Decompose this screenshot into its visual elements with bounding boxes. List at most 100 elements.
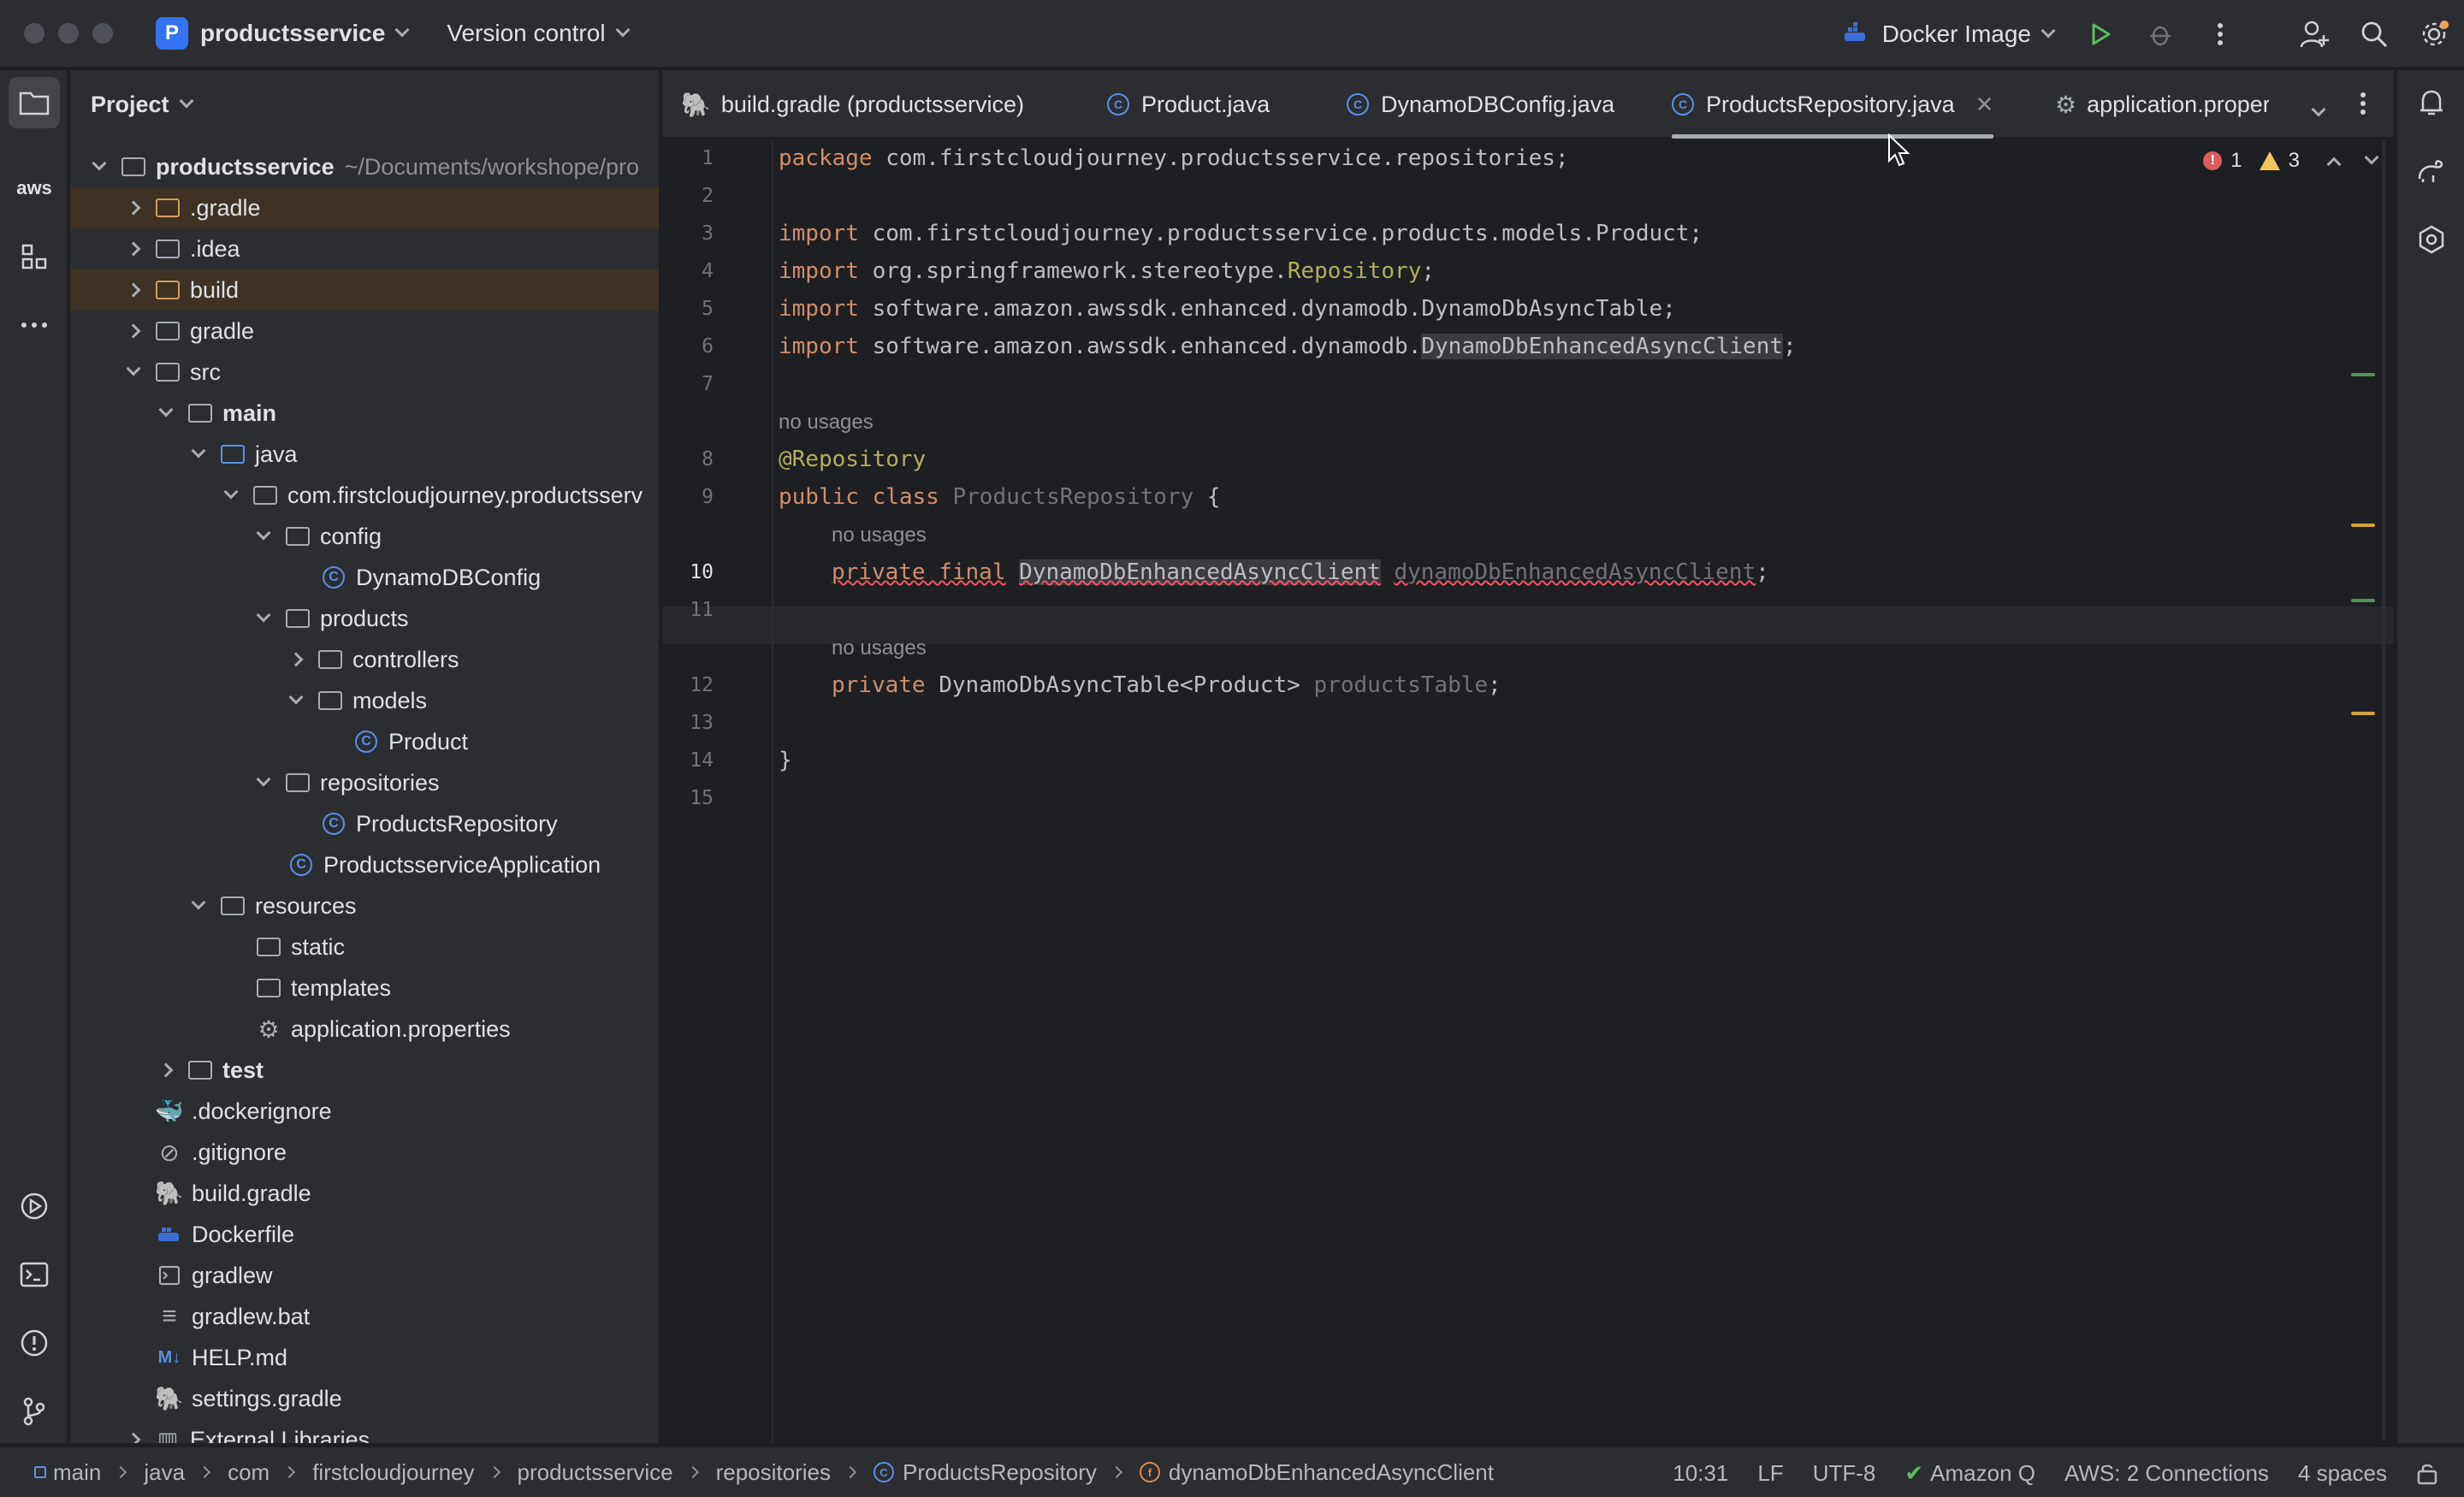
usages-hint[interactable]: no usages <box>832 636 927 660</box>
tree-item-products[interactable]: products <box>70 598 659 639</box>
code-line-4[interactable]: import org.springframework.stereotype.Re… <box>779 258 1435 284</box>
debug-button[interactable] <box>2130 21 2190 47</box>
tree-item-src[interactable]: src <box>70 352 659 393</box>
tree-item-resources[interactable]: resources <box>70 885 659 926</box>
breadcrumb-item[interactable]: dynamoDbEnhancedAsyncClient <box>1169 1459 1494 1486</box>
tree-item-test[interactable]: test <box>70 1050 659 1091</box>
tree-item-build[interactable]: build <box>70 269 659 311</box>
code-line-14[interactable]: } <box>779 748 792 773</box>
tab-build-gradle[interactable]: 🐘 build.gradle (productsservice) <box>681 70 1024 139</box>
terminal-tool-button[interactable] <box>9 1249 60 1300</box>
indent-setting[interactable]: 4 spaces <box>2298 1460 2387 1487</box>
tree-item-controllers[interactable]: controllers <box>70 639 659 680</box>
tree-item-product[interactable]: C Product <box>70 721 659 762</box>
project-badge-icon[interactable]: P <box>156 17 188 50</box>
tree-item-gitignore[interactable]: ⊘ .gitignore <box>70 1132 659 1173</box>
git-tool-button[interactable] <box>9 1386 60 1437</box>
tree-item-dockerfile[interactable]: Dockerfile <box>70 1214 659 1255</box>
aws-tool-button[interactable]: aws <box>9 163 60 214</box>
breadcrumb-item[interactable]: productsservice <box>518 1459 673 1486</box>
tree-item-build-gradle[interactable]: 🐘 build.gradle <box>70 1173 659 1214</box>
tab-product-java[interactable]: C Product.java <box>1107 70 1270 139</box>
tree-item-settings-gradle[interactable]: 🐘 settings.gradle <box>70 1378 659 1419</box>
more-tools-button[interactable] <box>9 299 60 351</box>
code-line-12[interactable]: private DynamoDbAsyncTable<Product> prod… <box>832 672 1502 698</box>
search-button[interactable] <box>2344 21 2404 48</box>
aws-connections[interactable]: AWS: 2 Connections <box>2064 1460 2269 1487</box>
tree-item-gradle[interactable]: gradle <box>70 311 659 352</box>
caret-position[interactable]: 10:31 <box>1673 1460 1728 1487</box>
code-line-1[interactable]: package com.firstcloudjourney.productsse… <box>779 145 1569 171</box>
breadcrumb-item[interactable]: main <box>53 1459 101 1486</box>
close-window-button[interactable] <box>24 23 44 44</box>
version-control-menu[interactable]: Version control <box>447 20 605 47</box>
tree-item-gradlew[interactable]: gradlew <box>70 1255 659 1296</box>
editor-scrollbar[interactable] <box>2382 140 2385 1441</box>
breadcrumb-item[interactable]: firstcloudjourney <box>312 1459 474 1486</box>
tree-item-gradle-cache[interactable]: .gradle <box>70 187 659 228</box>
tree-item-models[interactable]: models <box>70 680 659 721</box>
usages-hint[interactable]: no usages <box>779 411 874 435</box>
warning-marker[interactable] <box>2351 524 2375 527</box>
code-line-8[interactable]: @Repository <box>779 447 926 472</box>
tree-item-productsrepository[interactable]: C ProductsRepository <box>70 803 659 844</box>
amazon-q-status[interactable]: ✔ Amazon Q <box>1904 1460 2035 1487</box>
file-encoding[interactable]: UTF-8 <box>1813 1460 1876 1487</box>
project-tool-button[interactable] <box>9 77 60 128</box>
services-tool-button[interactable] <box>9 1180 60 1232</box>
run-button[interactable] <box>2070 21 2130 47</box>
chevron-down-icon[interactable] <box>2364 150 2379 165</box>
line-separator[interactable]: LF <box>1757 1460 1783 1487</box>
chevron-up-icon[interactable] <box>2326 157 2342 172</box>
breadcrumb-item[interactable]: java <box>144 1459 185 1486</box>
gradle-tool-button[interactable] <box>2406 145 2457 197</box>
tab-productsrepository-java[interactable]: C ProductsRepository.java ✕ <box>1672 70 1994 139</box>
tree-item-external-libraries[interactable]: ▥ External Libraries <box>70 1419 659 1443</box>
tree-item-application-properties[interactable]: ⚙ application.properties <box>70 1009 659 1050</box>
add-user-button[interactable] <box>2284 20 2344 49</box>
tree-item-templates[interactable]: templates <box>70 967 659 1009</box>
tree-item-main[interactable]: main <box>70 393 659 434</box>
breadcrumb-item[interactable]: ProductsRepository <box>903 1459 1097 1486</box>
problems-tool-button[interactable] <box>9 1317 60 1369</box>
tab-more-button[interactable] <box>2360 91 2366 116</box>
notifications-button[interactable] <box>2406 77 2457 128</box>
minimize-window-button[interactable] <box>58 23 79 44</box>
tree-item-java[interactable]: java <box>70 434 659 475</box>
tab-dynamodbconfig-java[interactable]: C DynamoDBConfig.java <box>1347 70 1614 139</box>
tree-item-help-md[interactable]: M↓ HELP.md <box>70 1337 659 1378</box>
inspection-widget[interactable]: ! 1 3 <box>2203 149 2379 173</box>
usages-hint[interactable]: no usages <box>832 524 927 547</box>
amazon-q-tool-button[interactable] <box>2406 214 2457 265</box>
tree-item-repositories[interactable]: repositories <box>70 762 659 803</box>
warning-marker[interactable] <box>2351 712 2375 715</box>
zoom-window-button[interactable] <box>92 23 113 44</box>
tree-item-dockerignore[interactable]: 🐳 .dockerignore <box>70 1091 659 1132</box>
code-line-6[interactable]: import software.amazon.awssdk.enhanced.d… <box>779 334 1797 359</box>
code-line-3[interactable]: import com.firstcloudjourney.productsser… <box>779 221 1703 246</box>
settings-button[interactable] <box>2404 20 2464 49</box>
project-selector[interactable]: productsservice <box>200 20 385 47</box>
tree-item-static[interactable]: static <box>70 926 659 967</box>
tab-list-button[interactable] <box>2311 94 2326 121</box>
tab-application-properties[interactable]: ⚙ application.proper <box>2055 70 2269 139</box>
close-icon[interactable]: ✕ <box>1975 92 1994 118</box>
tree-item-application[interactable]: C ProductsserviceApplication <box>70 844 659 885</box>
breadcrumb-item[interactable]: com <box>228 1459 270 1486</box>
run-config-selector[interactable]: Docker Image <box>1841 21 2056 48</box>
more-actions-button[interactable] <box>2190 21 2250 47</box>
tree-item-config[interactable]: config <box>70 516 659 557</box>
project-panel-header[interactable]: Project <box>70 70 659 139</box>
tree-item-gradlew-bat[interactable]: ≡ gradlew.bat <box>70 1296 659 1337</box>
code-line-10[interactable]: private final DynamoDbEnhancedAsyncClien… <box>832 559 1769 585</box>
breadcrumb-item[interactable]: repositories <box>716 1459 831 1486</box>
code-line-9[interactable]: public class ProductsRepository { <box>779 484 1221 510</box>
structure-tool-button[interactable] <box>9 231 60 282</box>
tree-item-package[interactable]: com.firstcloudjourney.productsserv <box>70 475 659 516</box>
tree-item-idea[interactable]: .idea <box>70 228 659 269</box>
tree-item-root[interactable]: productsservice ~/Documents/workshope/pr… <box>70 146 659 187</box>
tree-item-dynamodbconfig[interactable]: C DynamoDBConfig <box>70 557 659 598</box>
code-line-5[interactable]: import software.amazon.awssdk.enhanced.d… <box>779 296 1676 322</box>
change-marker[interactable] <box>2351 373 2375 376</box>
lock-icon[interactable] <box>2416 1461 2438 1485</box>
